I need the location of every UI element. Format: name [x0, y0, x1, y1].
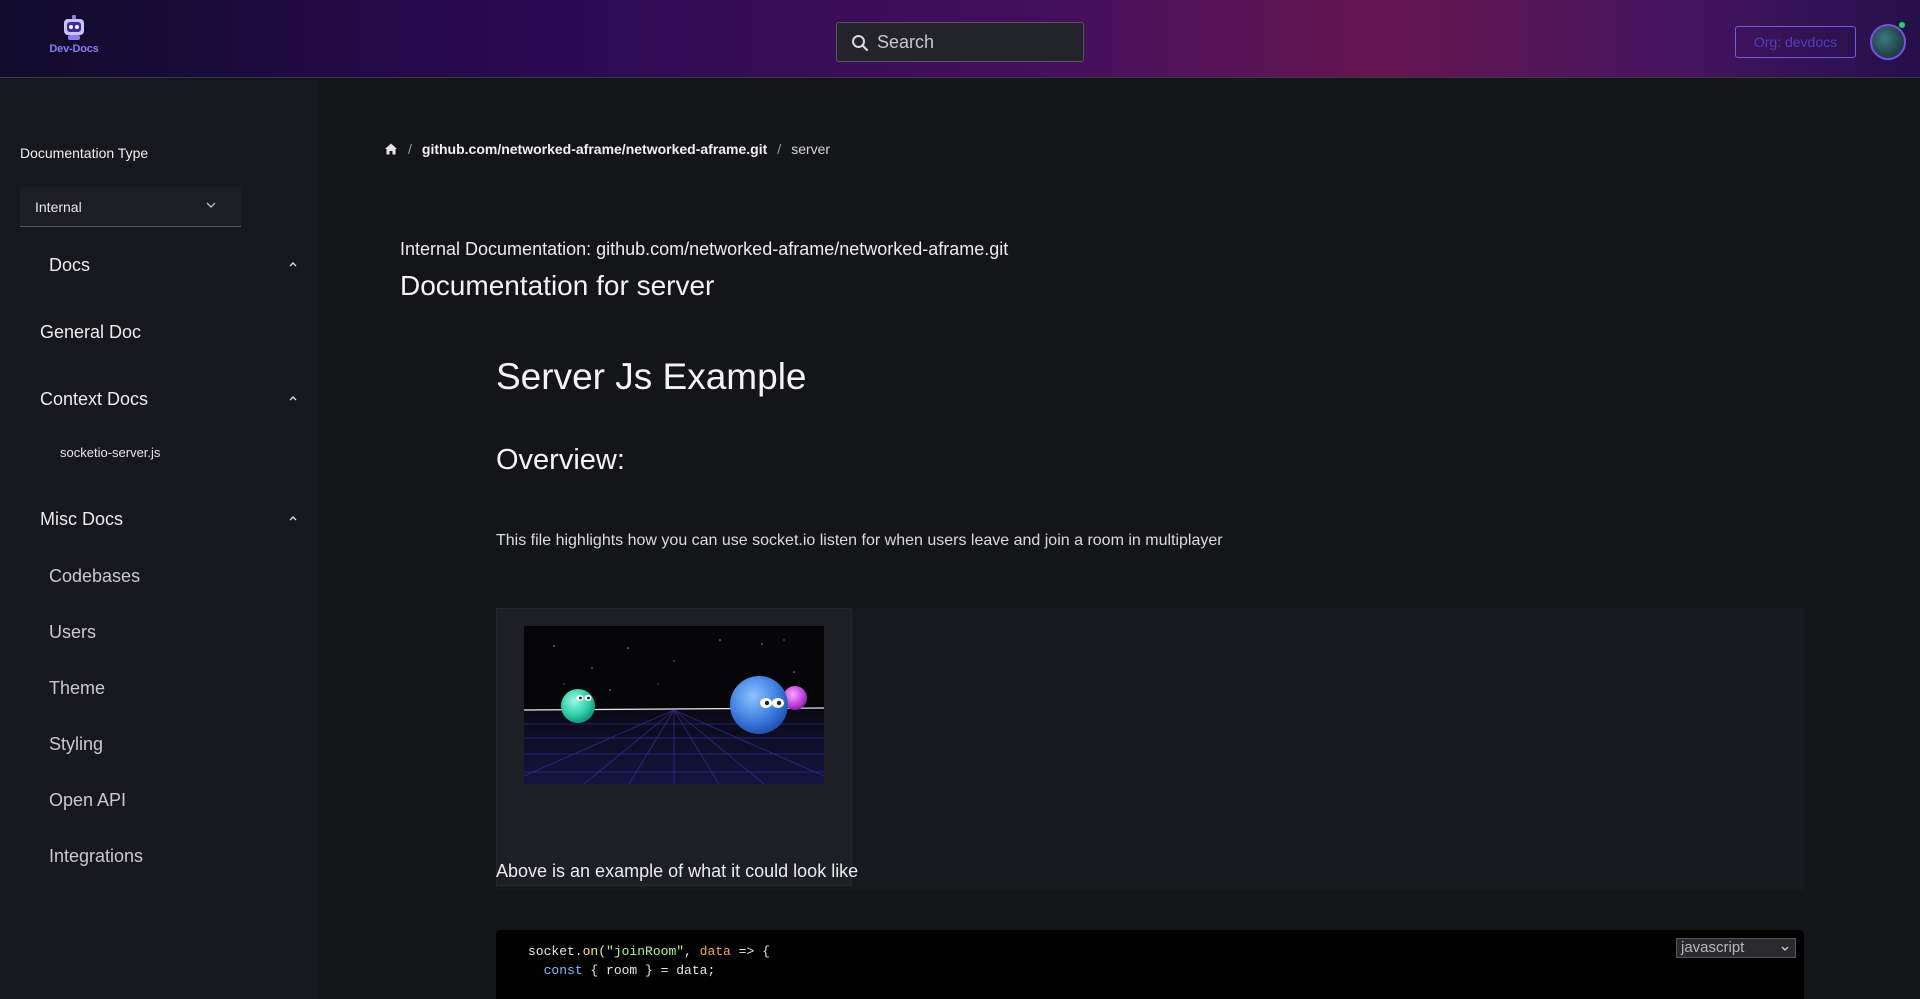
sidebar-item-styling[interactable]: Styling: [49, 734, 103, 755]
chevron-down-icon: [1781, 946, 1789, 951]
multiplayer-scene-image: [524, 626, 824, 784]
chevron-up-icon: [289, 516, 297, 521]
doc-type-value: Internal: [35, 199, 82, 215]
code-language-select[interactable]: javascript: [1676, 938, 1796, 958]
doc-heading: Server Js Example: [496, 356, 807, 397]
code-language-value: javascript: [1681, 939, 1745, 956]
doc-type-label: Documentation Type: [20, 145, 149, 161]
doc-subheading: Overview:: [496, 444, 625, 476]
example-image-card: [496, 608, 852, 886]
search-icon: [852, 35, 869, 52]
sidebar-section-label: Misc Docs: [40, 509, 124, 529]
sidebar: Documentation Type Internal Docs General…: [0, 79, 318, 999]
sidebar-item-socketio-server[interactable]: socketio-server.js: [60, 445, 160, 460]
sidebar-section-label: Context Docs: [40, 389, 149, 409]
chevron-up-icon: [289, 396, 297, 401]
breadcrumb-separator: /: [408, 141, 412, 157]
breadcrumb-current: server: [791, 141, 831, 157]
chevron-down-icon: [206, 202, 216, 208]
image-caption: Above is an example of what it could loo…: [496, 861, 859, 881]
user-avatar[interactable]: [1870, 24, 1906, 60]
doc-type-select[interactable]: Internal: [20, 187, 241, 227]
chevron-up-icon: [289, 262, 297, 267]
main-content: / github.com/networked-aframe/networked-…: [318, 79, 1920, 999]
robot-logo-icon: [64, 15, 84, 40]
breadcrumb: / github.com/networked-aframe/networked-…: [384, 139, 830, 159]
breadcrumb-repo-link[interactable]: github.com/networked-aframe/networked-af…: [422, 141, 767, 157]
dev-docs-logo[interactable]: Dev-Docs: [44, 14, 104, 62]
sidebar-section-label: Docs: [49, 255, 91, 275]
breadcrumb-separator: /: [777, 141, 782, 157]
online-status-dot: [1898, 21, 1906, 29]
sidebar-item-theme[interactable]: Theme: [49, 678, 105, 699]
search-input[interactable]: [877, 23, 1077, 61]
code-block: socket.on("joinRoom", data => { const { …: [496, 930, 1804, 999]
sidebar-section-misc-docs[interactable]: Misc Docs: [0, 499, 318, 539]
home-icon[interactable]: [384, 142, 398, 156]
sidebar-item-open-api[interactable]: Open API: [49, 790, 126, 811]
sidebar-item-codebases[interactable]: Codebases: [49, 566, 140, 587]
sidebar-item-general-doc[interactable]: General Doc: [0, 312, 318, 352]
search-box[interactable]: [836, 22, 1084, 62]
sidebar-item-integrations[interactable]: Integrations: [49, 846, 143, 867]
sidebar-section-context-docs[interactable]: Context Docs: [0, 379, 318, 419]
doc-subtitle: Internal Documentation: github.com/netwo…: [400, 239, 1009, 259]
code-content: socket.on("joinRoom", data => { const { …: [528, 944, 770, 978]
org-button[interactable]: Org: devdocs: [1735, 26, 1856, 58]
logo-text: Dev-Docs: [49, 43, 99, 55]
top-navbar: Dev-Docs Org: devdocs: [0, 0, 1920, 78]
doc-paragraph: This file highlights how you can use soc…: [496, 532, 1223, 549]
sidebar-item-label: General Doc: [40, 322, 142, 342]
sidebar-item-users[interactable]: Users: [49, 622, 96, 643]
sidebar-section-docs[interactable]: Docs: [0, 245, 318, 285]
page-title: Documentation for server: [400, 270, 715, 301]
